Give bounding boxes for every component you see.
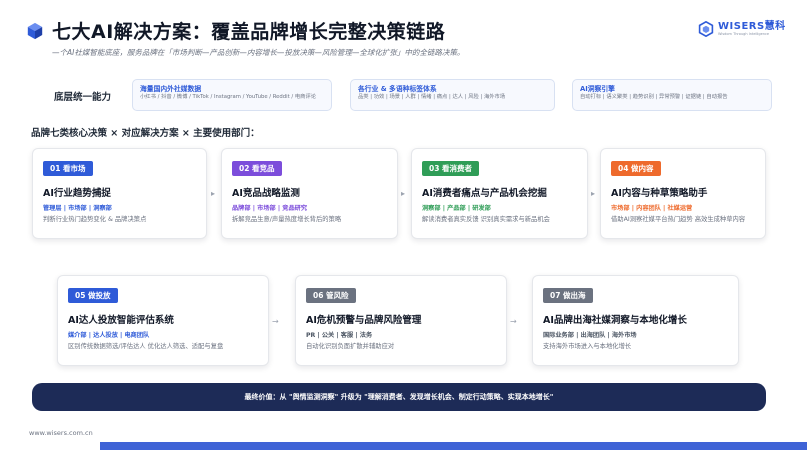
card-description: 拆解竞品生意/声量热度增长背后的策略	[232, 216, 342, 223]
pill-desc: 品类 | 功效 | 场景 | 人群 | 情绪 | 痛点 | 达人 | 风险 | …	[358, 94, 506, 100]
solution-card-consumer[interactable]: 03 看消费者 AI消费者痛点与产品机会挖掘 洞察部 | 产品部 | 研发部 解…	[411, 148, 588, 239]
final-value-banner: 最终价值：从 "舆情监测洞察" 升级为 "理解消费者、发现增长机会、制定行动策略…	[32, 383, 766, 411]
card-badge: 07 做出海	[543, 288, 593, 303]
card-departments: 国际业务部 | 出海团队 | 海外市场	[543, 332, 637, 339]
wisers-logo-icon	[698, 21, 714, 37]
card-badge: 06 管风险	[306, 288, 356, 303]
card-title: AI内容与种草策略助手	[611, 188, 708, 199]
card-description: 解读消费者真实反馈 识别真实需求与新品机会	[422, 216, 550, 223]
solution-card-overseas[interactable]: 07 做出海 AI品牌出海社媒洞察与本地化增长 国际业务部 | 出海团队 | 海…	[532, 275, 739, 366]
card-departments: 管理层 | 市场部 | 洞察部	[43, 205, 112, 212]
brand-tagline: Wisdom Through Intelligence	[718, 31, 770, 36]
arrow-right-icon: ▸	[211, 189, 216, 198]
card-departments: 市场部 | 内容团队 | 社媒运营	[611, 205, 693, 212]
footer-divider	[100, 442, 807, 450]
foundation-pill-tags: 各行业 & 多语种标签体系 品类 | 功效 | 场景 | 人群 | 情绪 | 痛…	[350, 79, 555, 111]
slide: 七大AI解决方案：覆盖品牌增长完整决策链路 WISERS慧科 Wisdom Th…	[0, 0, 807, 450]
solution-card-kol[interactable]: 05 做投放 AI达人投放智能评估系统 媒介部 | 达人投放 | 电商团队 区别…	[57, 275, 269, 366]
arrow-right-icon: →	[272, 317, 279, 326]
card-departments: PR | 公关 | 客服 | 法务	[306, 332, 373, 339]
card-title: AI竞品战略监测	[232, 188, 300, 199]
page-subtitle: —个AI社媒智能底座，服务品牌在「市场判断—产品创新—内容增长—投放决策—风险管…	[52, 48, 465, 57]
solution-card-content[interactable]: 04 做内容 AI内容与种草策略助手 市场部 | 内容团队 | 社媒运营 借助A…	[600, 148, 766, 239]
card-description: 自动化识别负面扩散并辅助应对	[306, 343, 395, 350]
pill-title: 各行业 & 多语种标签体系	[358, 85, 437, 93]
card-badge: 04 做内容	[611, 161, 661, 176]
footer-url[interactable]: www.wisers.com.cn	[29, 429, 93, 437]
pill-desc: 小红书 / 抖音 / 微博 / TikTok / Instagram / You…	[140, 94, 317, 100]
foundation-label: 底层统一能力	[54, 92, 112, 103]
card-description: 支持海外市场进入与本地化增长	[543, 343, 632, 350]
card-title: AI危机预警与品牌风险管理	[306, 315, 422, 326]
card-title: AI达人投放智能评估系统	[68, 315, 174, 326]
solution-card-risk[interactable]: 06 管风险 AI危机预警与品牌风险管理 PR | 公关 | 客服 | 法务 自…	[295, 275, 507, 366]
solution-card-market[interactable]: 01 看市场 AI行业趋势捕捉 管理层 | 市场部 | 洞察部 判断行业热门趋势…	[32, 148, 207, 239]
card-description: 借助AI洞察社媒平台热门趋势 高效生成种草内容	[611, 216, 746, 223]
card-badge: 03 看消费者	[422, 161, 480, 176]
foundation-pill-data: 海量国内外社媒数据 小红书 / 抖音 / 微博 / TikTok / Insta…	[132, 79, 332, 111]
brand-name: WISERS慧科	[718, 20, 786, 32]
card-title: AI行业趋势捕捉	[43, 188, 111, 199]
card-title: AI消费者痛点与产品机会挖掘	[422, 188, 547, 199]
foundation-pill-engine: AI洞察引擎 自动打标 | 语义聚类 | 趋势识别 | 异常预警 | 证据链 |…	[572, 79, 772, 111]
cube-logo-icon	[27, 22, 43, 40]
card-description: 判断行业热门趋势变化 & 品牌决策点	[43, 216, 147, 223]
section-heading: 品牌七类核心决策 × 对应解决方案 × 主要使用部门：	[31, 128, 260, 139]
brand-logo: WISERS慧科 Wisdom Through Intelligence	[698, 21, 786, 37]
arrow-right-icon: →	[510, 317, 517, 326]
pill-title: AI洞察引擎	[580, 85, 615, 93]
card-departments: 媒介部 | 达人投放 | 电商团队	[68, 332, 150, 339]
card-badge: 01 看市场	[43, 161, 93, 176]
solution-card-competitor[interactable]: 02 看竞品 AI竞品战略监测 品牌部 | 市场部 | 竞品研究 拆解竞品生意/…	[221, 148, 398, 239]
card-departments: 品牌部 | 市场部 | 竞品研究	[232, 205, 308, 212]
card-badge: 02 看竞品	[232, 161, 282, 176]
card-badge: 05 做投放	[68, 288, 118, 303]
card-title: AI品牌出海社媒洞察与本地化增长	[543, 315, 687, 326]
pill-desc: 自动打标 | 语义聚类 | 趋势识别 | 异常预警 | 证据链 | 自动报告	[580, 94, 728, 100]
arrow-right-icon: ▸	[591, 189, 596, 198]
card-description: 区别传统数据筛选/评估达人 优化达人筛选、适配与复盘	[68, 343, 224, 350]
pill-title: 海量国内外社媒数据	[140, 85, 202, 93]
arrow-right-icon: ▸	[401, 189, 406, 198]
page-title: 七大AI解决方案：覆盖品牌增长完整决策链路	[52, 21, 446, 43]
card-departments: 洞察部 | 产品部 | 研发部	[422, 205, 491, 212]
